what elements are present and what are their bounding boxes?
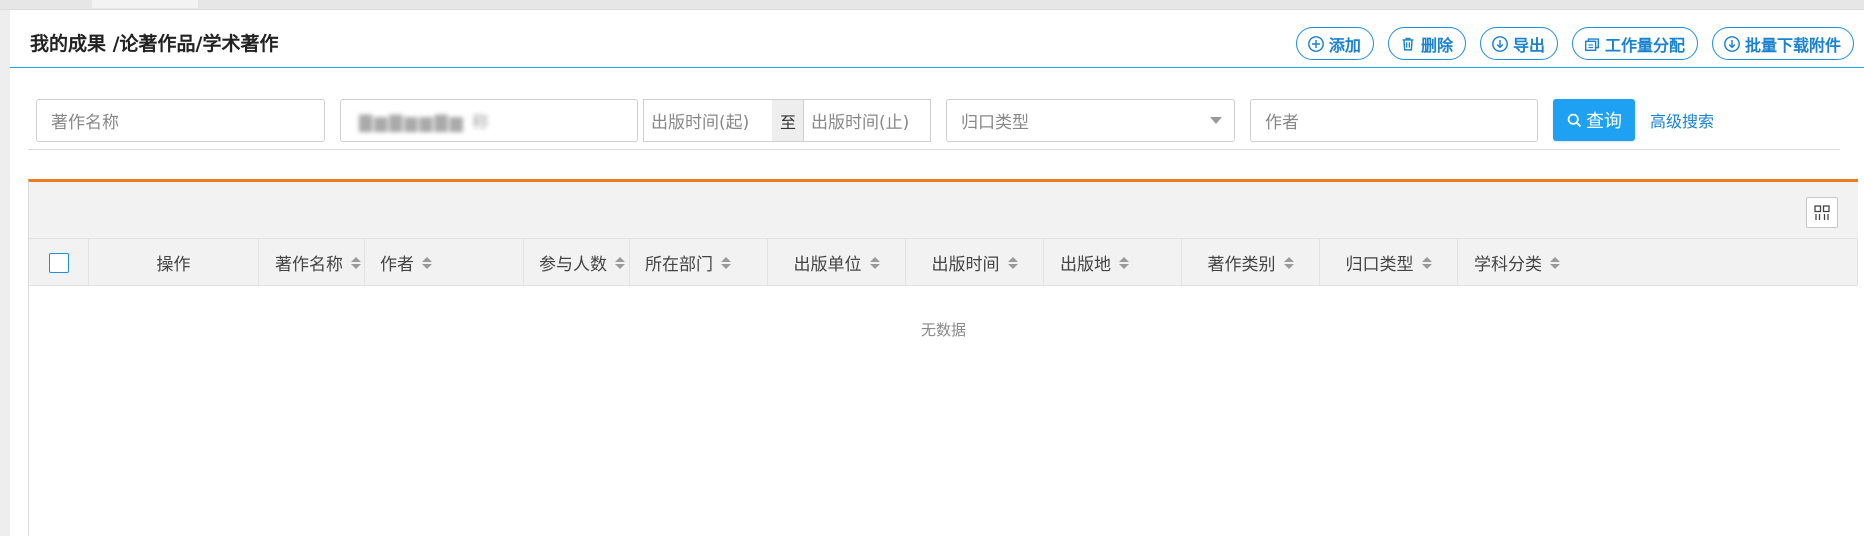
col-header-label: 归口类型 <box>1345 255 1414 275</box>
author-placeholder: 作者 <box>1265 113 1299 133</box>
batch-download-button[interactable]: 批量下载附件 <box>1711 27 1854 60</box>
delete-button[interactable]: 删除 <box>1387 27 1466 60</box>
workload-icon <box>1584 37 1599 51</box>
select-all-checkbox[interactable] <box>48 252 69 273</box>
col-header-label: 著作类别 <box>1207 255 1276 275</box>
plus-circle-icon <box>1308 35 1324 52</box>
author-input[interactable]: 作者 <box>1250 99 1538 142</box>
empty-state-text: 无数据 <box>920 321 966 339</box>
date-start-input[interactable]: 出版时间(起) <box>643 99 773 142</box>
col-header-work-category[interactable]: 著作类别 <box>1182 239 1320 286</box>
category-select[interactable]: 归口类型 <box>946 99 1235 142</box>
delete-button-label: 删除 <box>1420 35 1453 55</box>
col-header-department[interactable]: 所在部门 <box>630 239 768 286</box>
tab-ghost[interactable] <box>92 0 198 8</box>
page-title: 我的成果 /论著作品/学术著作 <box>30 33 279 55</box>
col-header-label: 参与人数 <box>539 255 607 275</box>
toolbar: 添加 删除 导出 工作量分配 批量下载附件 <box>1295 27 1854 60</box>
col-header-action: 操作 <box>89 239 259 286</box>
col-header-category-type[interactable]: 归口类型 <box>1320 239 1458 286</box>
top-tab-strip <box>0 0 1864 10</box>
col-header-label: 出版地 <box>1060 255 1111 275</box>
sort-icon[interactable] <box>1119 256 1129 269</box>
table-header-row: 操作 著作名称 作者 参与人数 所在部门 出版单位 出版时间 出版地 著作类别 … <box>29 239 1858 286</box>
sort-icon[interactable] <box>422 256 432 269</box>
chevron-down-icon <box>1210 117 1222 124</box>
workload-button-label: 工作量分配 <box>1604 35 1685 55</box>
date-separator: 至 <box>772 99 804 142</box>
export-button[interactable]: 导出 <box>1479 27 1558 60</box>
sort-icon[interactable] <box>1007 256 1018 269</box>
col-header-label: 学科分类 <box>1474 255 1542 275</box>
search-icon <box>1567 113 1582 127</box>
advanced-search-link[interactable]: 高级搜索 <box>1650 108 1714 132</box>
add-button[interactable]: 添加 <box>1295 27 1374 60</box>
work-name-input[interactable]: 著作名称 <box>36 99 325 142</box>
sort-icon[interactable] <box>615 256 625 269</box>
col-header-author[interactable]: 作者 <box>365 239 524 286</box>
content-panel: 我的成果 /论著作品/学术著作 添加 删除 导出 工作量分配 批量下载附件 著作… <box>10 10 1864 536</box>
blurred-input[interactable]: ▇▆▇▆▆▇▆ 称 <box>340 99 638 142</box>
filter-divider <box>28 149 1840 150</box>
work-name-placeholder: 著作名称 <box>51 113 119 133</box>
column-settings-button[interactable] <box>1806 197 1838 228</box>
trash-icon <box>1402 37 1414 51</box>
download-circle-icon <box>1492 35 1508 52</box>
export-button-label: 导出 <box>1512 35 1545 55</box>
sort-icon[interactable] <box>869 256 880 269</box>
page-header: 我的成果 /论著作品/学术著作 添加 删除 导出 工作量分配 批量下载附件 <box>10 10 1864 68</box>
query-button[interactable]: 查询 <box>1553 99 1635 141</box>
left-edge <box>0 10 10 536</box>
col-header-label: 著作名称 <box>275 255 343 275</box>
col-header-discipline[interactable]: 学科分类 <box>1458 239 1858 286</box>
columns-grid-icon <box>1814 204 1830 220</box>
col-header-label: 出版时间 <box>931 255 1000 275</box>
col-header-label: 出版单位 <box>793 255 862 275</box>
date-start-placeholder: 出版时间(起) <box>651 113 750 133</box>
select-all-cell <box>29 239 89 286</box>
add-button-label: 添加 <box>1328 35 1361 55</box>
sort-icon[interactable] <box>1421 256 1432 269</box>
col-header-label: 所在部门 <box>645 255 713 275</box>
workload-button[interactable]: 工作量分配 <box>1571 27 1698 60</box>
col-header-work-name[interactable]: 著作名称 <box>259 239 365 286</box>
category-placeholder: 归口类型 <box>961 113 1029 133</box>
sort-icon[interactable] <box>721 256 731 269</box>
filter-bar: 著作名称 ▇▆▇▆▆▇▆ 称 出版时间(起) 至 出版时间(止) 归口类型 作者… <box>10 68 1864 150</box>
sort-icon[interactable] <box>351 256 361 269</box>
query-button-label: 查询 <box>1586 111 1622 132</box>
col-header-publish-place[interactable]: 出版地 <box>1044 239 1182 286</box>
col-header-publisher[interactable]: 出版单位 <box>768 239 906 286</box>
sort-icon[interactable] <box>1550 256 1560 269</box>
table-tools-bar <box>29 182 1858 239</box>
col-header-participants[interactable]: 参与人数 <box>524 239 630 286</box>
sort-icon[interactable] <box>1283 256 1294 269</box>
date-end-placeholder: 出版时间(止) <box>811 113 910 133</box>
batch-download-button-label: 批量下载附件 <box>1744 35 1841 55</box>
col-header-publish-date[interactable]: 出版时间 <box>906 239 1044 286</box>
date-end-input[interactable]: 出版时间(止) <box>803 99 931 142</box>
results-table: 操作 著作名称 作者 参与人数 所在部门 出版单位 出版时间 出版地 著作类别 … <box>28 179 1858 536</box>
download-circle-icon <box>1724 35 1740 52</box>
col-header-label: 操作 <box>156 255 191 275</box>
col-header-label: 作者 <box>380 255 414 275</box>
blurred-value: ▇▆▇▆▆▇▆ 称 <box>359 113 491 133</box>
